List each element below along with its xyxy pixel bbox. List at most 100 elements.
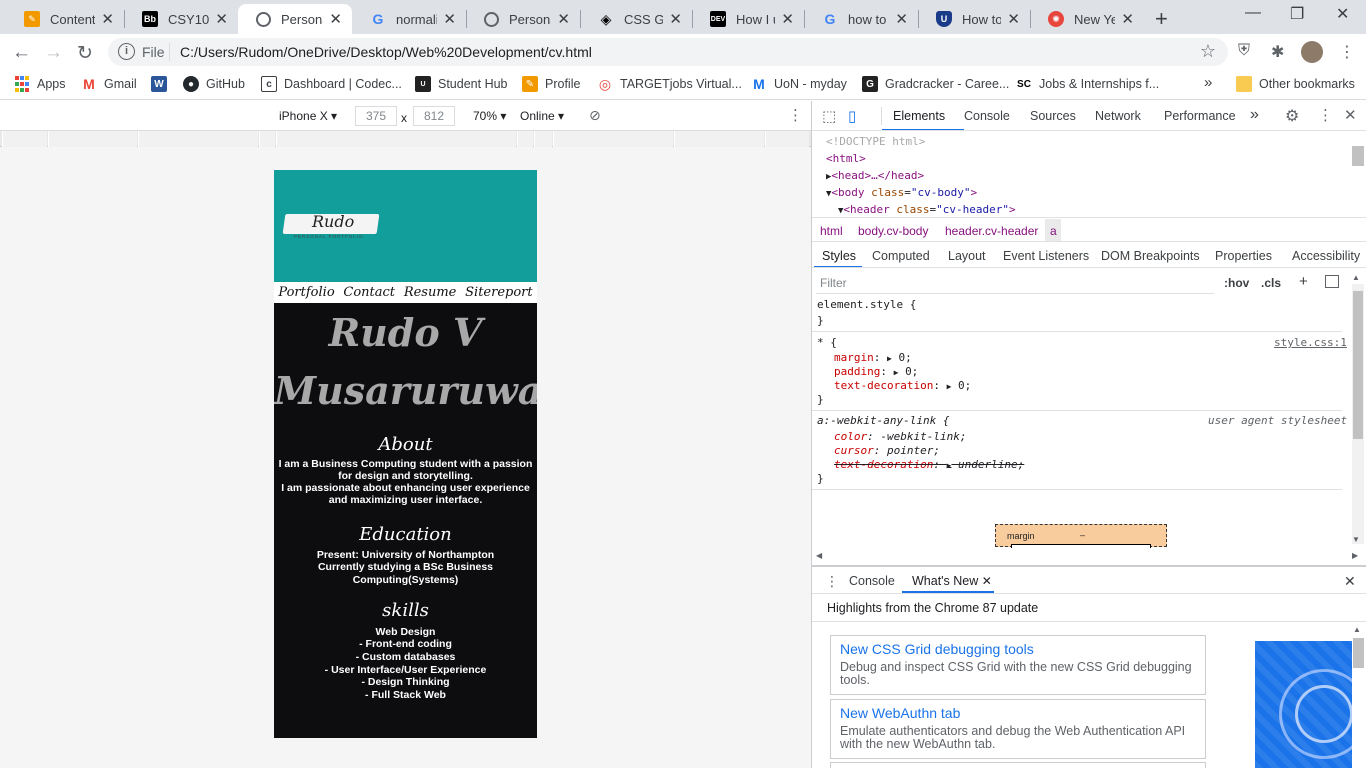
css-prop-text-decoration[interactable]: text-decoration: ▶ 0; [834, 379, 971, 392]
breadcrumb-body[interactable]: body.cv-body [858, 224, 928, 238]
device-more-icon[interactable]: ⋮ [788, 106, 803, 124]
close-tab-icon[interactable]: ✕ [101, 10, 114, 28]
network-select[interactable]: Online ▾ [520, 109, 564, 123]
element-style-rule[interactable]: element.style { [817, 298, 916, 311]
bookmark-myday[interactable]: M UoN - myday [751, 76, 847, 92]
media-query-ruler[interactable] [0, 131, 811, 147]
dom-breakpoints-tab[interactable]: DOM Breakpoints [1101, 249, 1200, 263]
star-rule-source-link[interactable]: style.css:1 [1274, 336, 1347, 349]
browser-tab-active[interactable]: Personal ✕ [238, 4, 352, 34]
whats-new-card[interactable]: New CSS Grid debugging tools Debug and i… [830, 635, 1206, 695]
box-model-margin[interactable]: margin – [995, 524, 1167, 548]
new-tab-button[interactable]: + [1155, 6, 1168, 32]
shield-extension-icon[interactable]: ⛨ [1238, 42, 1250, 60]
close-tab-icon[interactable]: ✕ [781, 10, 794, 28]
hov-button[interactable]: :hov [1224, 276, 1249, 290]
close-tab-icon[interactable]: ✕ [557, 10, 570, 28]
devtools-menu-icon[interactable]: ⋮ [1318, 106, 1333, 124]
ua-rule-selector[interactable]: a:-webkit-any-link { [817, 414, 949, 427]
browser-tab[interactable]: Bb CSY1018 ✕ [124, 4, 238, 34]
drawer-tab-whats-new[interactable]: What's New ✕ [912, 574, 992, 588]
bookmark-other[interactable]: Other bookmarks [1236, 76, 1355, 92]
reload-icon[interactable]: ↻ [77, 42, 93, 65]
breadcrumb-a[interactable]: a [1050, 224, 1057, 238]
width-input[interactable]: 375 [355, 106, 397, 126]
star-icon[interactable]: ☆ [1200, 41, 1216, 62]
computed-tab[interactable]: Computed [872, 249, 930, 263]
close-tab-icon[interactable]: ✕ [669, 10, 682, 28]
logo-text[interactable]: Rudo [312, 212, 354, 231]
bookmark-gradcracker[interactable]: G Gradcracker - Caree... [862, 76, 1009, 92]
sidebar-toggle-icon[interactable] [1325, 275, 1339, 288]
devtools-tab-network[interactable]: Network [1095, 109, 1141, 123]
styles-filter-input[interactable]: Filter [816, 272, 1214, 294]
minimize-button[interactable]: — [1245, 4, 1261, 22]
layout-tab[interactable]: Layout [948, 249, 986, 263]
device-toggle-icon[interactable]: ▯ [848, 107, 856, 125]
close-tab-icon[interactable]: ✕ [895, 10, 908, 28]
cls-button[interactable]: .cls [1261, 276, 1281, 290]
accessibility-tab[interactable]: Accessibility [1292, 249, 1360, 263]
close-tab-icon[interactable]: ✕ [329, 10, 342, 28]
info-icon[interactable]: i [118, 43, 135, 60]
devtools-more-tabs[interactable]: » [1250, 106, 1259, 124]
bookmark-jobs[interactable]: SC Jobs & Internships f... [1016, 76, 1159, 92]
card-title[interactable]: New CSS Grid debugging tools [840, 641, 1034, 657]
close-tab-icon[interactable]: ✕ [443, 10, 456, 28]
height-input[interactable]: 812 [413, 106, 455, 126]
breadcrumb-html[interactable]: html [820, 224, 843, 238]
devtools-tab-elements[interactable]: Elements [893, 109, 945, 123]
browser-tab[interactable]: Personal ✕ [466, 4, 580, 34]
new-rule-icon[interactable]: + [1299, 273, 1308, 290]
bookmark-student-hub[interactable]: U Student Hub [415, 76, 508, 92]
devtools-tab-sources[interactable]: Sources [1030, 109, 1076, 123]
device-select[interactable]: iPhone X ▾ [279, 109, 337, 123]
event-listeners-tab[interactable]: Event Listeners [1003, 249, 1089, 263]
bookmark-github[interactable]: ● GitHub [183, 76, 245, 92]
drawer-scrollbar[interactable] [1353, 638, 1364, 668]
nav-contact[interactable]: Contact [343, 285, 395, 300]
breadcrumb-header[interactable]: header.cv-header [945, 224, 1038, 238]
bookmark-apps[interactable]: Apps [14, 76, 66, 92]
nav-sitereport[interactable]: Sitereport [465, 285, 532, 300]
zoom-select[interactable]: 70% ▾ [473, 109, 506, 123]
restore-button[interactable]: ❐ [1290, 4, 1304, 24]
close-tab-icon[interactable]: ✕ [1121, 10, 1134, 28]
bookmark-gmail[interactable]: M Gmail [81, 76, 137, 92]
card-title[interactable]: New WebAuthn tab [840, 705, 960, 721]
more-menu-icon[interactable]: ⋮ [1339, 42, 1355, 62]
bookmark-codecademy[interactable]: c Dashboard | Codec... [261, 76, 402, 92]
close-tab-icon[interactable]: ✕ [215, 10, 228, 28]
browser-tab[interactable]: G normaliz ✕ [352, 4, 466, 34]
back-arrow-icon[interactable]: ← [12, 42, 31, 64]
forward-arrow-icon[interactable]: → [44, 42, 63, 64]
drawer-tab-console[interactable]: Console [849, 574, 895, 588]
devtools-tab-performance[interactable]: Performance [1164, 109, 1236, 123]
css-prop-margin[interactable]: margin: ▶ 0; [834, 351, 912, 364]
bookmark-profile[interactable]: ✎ Profile [522, 76, 580, 92]
browser-tab[interactable]: ✺ New Year ✕ [1030, 4, 1144, 34]
browser-tab[interactable]: DEV How I us ✕ [692, 4, 804, 34]
address-bar[interactable]: i File C:/Users/Rudom/OneDrive/Desktop/W… [108, 38, 1228, 66]
bookmark-targetjobs[interactable]: ◎ TARGETjobs Virtual... [597, 76, 742, 92]
star-rule-selector[interactable]: * { [817, 336, 837, 349]
properties-tab[interactable]: Properties [1215, 249, 1272, 263]
close-window-button[interactable]: ✕ [1336, 4, 1349, 24]
styles-scrollbar[interactable] [1353, 291, 1363, 439]
dom-head[interactable]: ▶<head>…</head> [826, 169, 924, 182]
dom-header[interactable]: ▼<header class="cv-header"> [838, 203, 1016, 216]
dom-body[interactable]: ▼<body class="cv-body"> [826, 186, 977, 199]
nav-resume[interactable]: Resume [404, 285, 457, 300]
rotate-icon[interactable]: ⊘ [589, 107, 601, 124]
dom-html[interactable]: <html> [826, 152, 866, 165]
nav-portfolio[interactable]: Portfolio [278, 285, 334, 300]
inspect-element-icon[interactable]: ⬚ [822, 107, 836, 125]
browser-tab[interactable]: ✎ Content ✕ [6, 4, 124, 34]
bookmarks-more-button[interactable]: » [1204, 74, 1212, 91]
css-prop-padding[interactable]: padding: ▶ 0; [834, 365, 918, 378]
close-devtools-icon[interactable]: ✕ [1344, 106, 1357, 124]
close-drawer-icon[interactable]: ✕ [1344, 573, 1356, 590]
close-tab-icon[interactable]: ✕ [1007, 10, 1020, 28]
puzzle-extensions-icon[interactable]: ✱ [1271, 42, 1284, 62]
devtools-tab-console[interactable]: Console [964, 109, 1010, 123]
